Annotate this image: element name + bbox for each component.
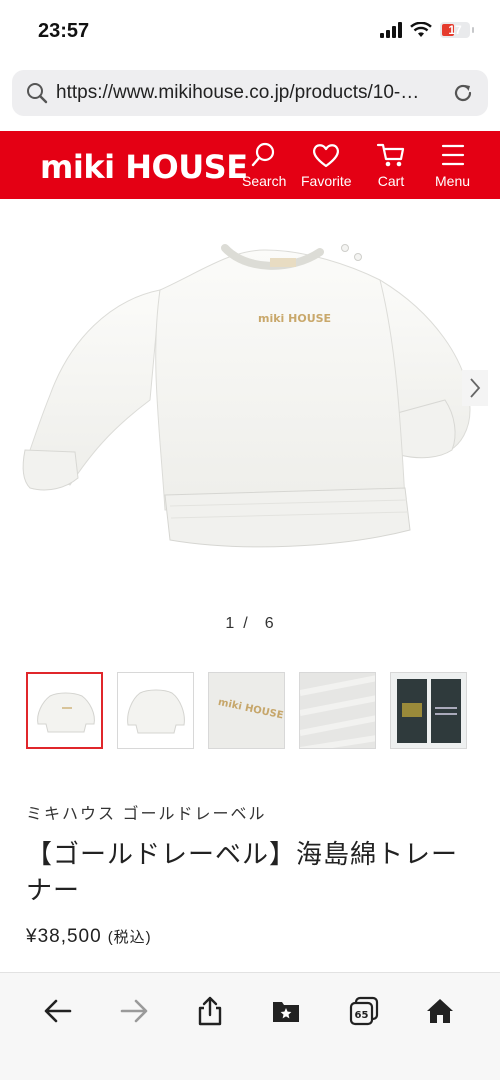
tabs-count: 65 (355, 1010, 369, 1021)
tax-note: (税込) (107, 929, 152, 946)
thumb-back[interactable] (117, 672, 194, 749)
pager-total: 6 (264, 615, 275, 632)
product-main-image[interactable]: miki HOUSE (0, 210, 500, 600)
back-button[interactable] (40, 993, 76, 1029)
home-button[interactable] (422, 993, 458, 1029)
thumb-fabric[interactable] (299, 672, 376, 749)
cellular-signal-icon (380, 22, 402, 38)
url-text[interactable]: https://www.mikihouse.co.jp/products/10-… (56, 82, 452, 104)
forward-icon (120, 999, 148, 1023)
battery-icon: 17 (440, 22, 470, 38)
nav-favorite-label: Favorite (301, 173, 352, 189)
thumb-logo-closeup[interactable]: miki HOUSE (208, 672, 285, 749)
status-bar: 23:57 17 (0, 0, 500, 62)
product-price-row: ¥38,500 (税込) (26, 926, 152, 948)
forward-button[interactable] (116, 993, 152, 1029)
product-title: 【ゴールドレーベル】海島綿トレーナー (26, 839, 459, 905)
thumb-tag[interactable] (390, 672, 467, 749)
hamburger-icon (441, 144, 464, 166)
pager-current: 1 (225, 615, 236, 632)
nav-cart[interactable]: Cart (376, 141, 406, 191)
product-brand[interactable]: ミキハウス ゴールドレーベル (26, 800, 266, 824)
image-pager: 1 / 6 (0, 615, 500, 633)
tabs-button[interactable]: 65 (346, 993, 382, 1029)
bookmarks-button[interactable] (268, 993, 304, 1029)
thumbnail-strip: miki HOUSE (26, 672, 467, 749)
nav-search-label: Search (242, 173, 287, 189)
chevron-right-icon (470, 378, 481, 398)
status-icons: 17 (380, 20, 474, 40)
thumb-front[interactable] (26, 672, 103, 749)
status-time: 23:57 (38, 20, 90, 42)
browser-toolbar: 65 (0, 972, 500, 1080)
search-icon (251, 142, 275, 167)
back-icon (44, 999, 72, 1023)
tabs-icon: 65 (349, 996, 379, 1026)
cart-icon (376, 143, 405, 167)
next-image-button[interactable] (462, 370, 488, 406)
embroidery-logo: miki HOUSE (258, 312, 331, 325)
nav-menu-label: Menu (435, 173, 471, 189)
nav-favorite[interactable]: Favorite (301, 141, 352, 191)
reload-icon[interactable] (452, 82, 474, 104)
site-header: miki HOUSE Search Favorite Cart Menu (0, 131, 500, 199)
bookmarks-icon (273, 1002, 299, 1022)
battery-level: 17 (448, 23, 462, 37)
nav-search[interactable]: Search (242, 141, 286, 191)
pager-separator: / (243, 615, 249, 632)
wifi-icon (410, 22, 432, 37)
nav-cart-label: Cart (377, 173, 405, 189)
url-bar[interactable]: https://www.mikihouse.co.jp/products/10-… (12, 70, 488, 116)
share-icon (198, 996, 222, 1026)
search-icon (27, 83, 48, 104)
heart-icon (313, 144, 340, 168)
nav-menu[interactable]: Menu (435, 141, 470, 191)
home-icon (427, 999, 453, 1023)
mikihouse-logo[interactable]: miki HOUSE (40, 148, 248, 186)
share-button[interactable] (192, 993, 228, 1029)
product-price: ¥38,500 (26, 926, 102, 947)
